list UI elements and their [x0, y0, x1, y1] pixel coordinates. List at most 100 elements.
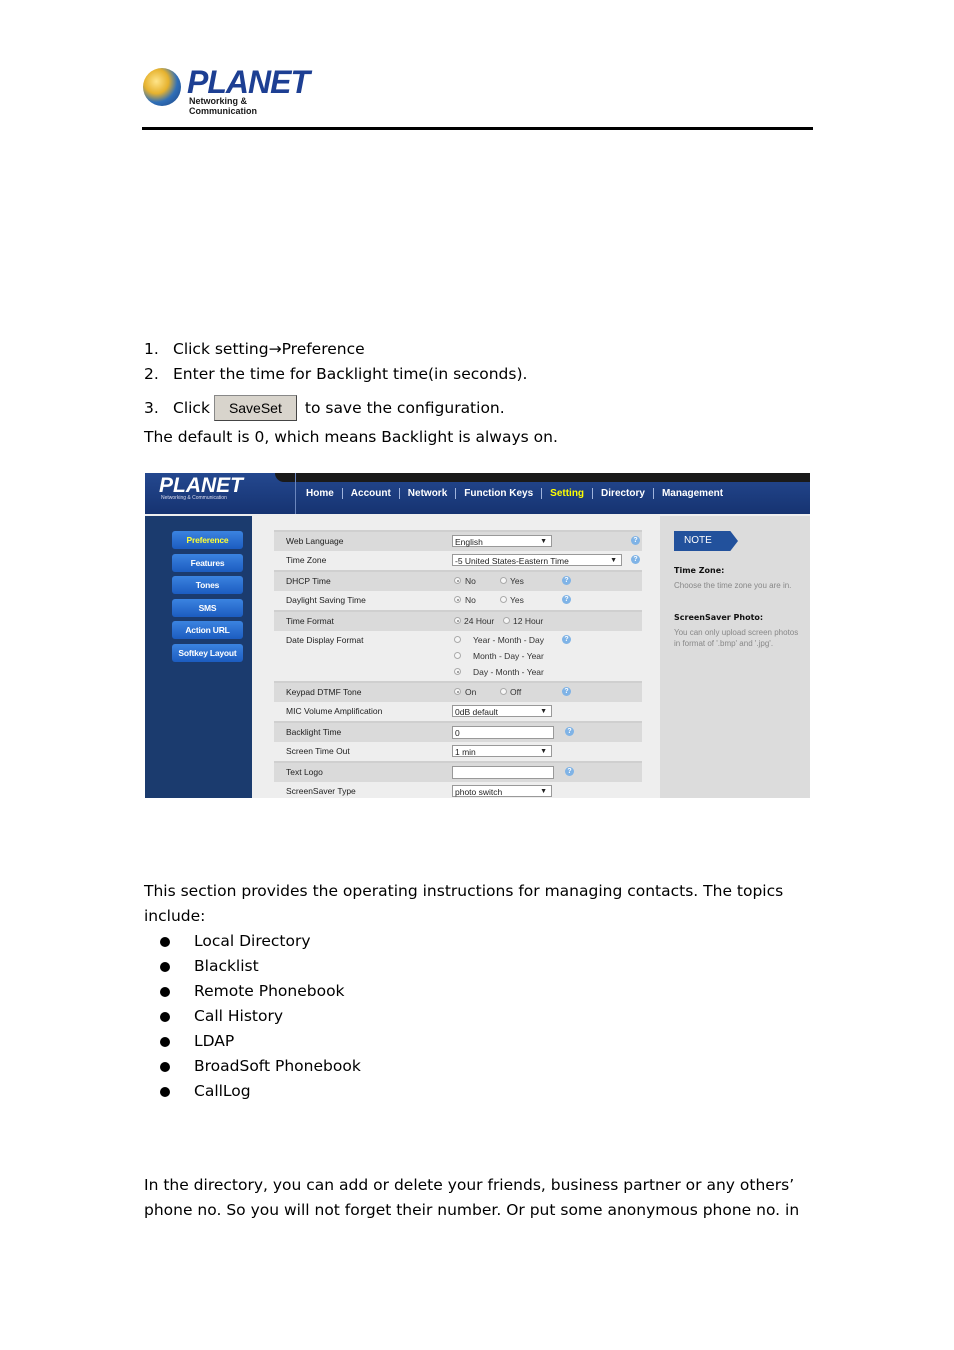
field-label: Web Language [286, 536, 344, 546]
field-label: MIC Volume Amplification [286, 706, 383, 716]
date-format-ymd-radio[interactable] [454, 636, 461, 643]
sidebar-item-preference[interactable]: Preference [172, 531, 243, 549]
sidebar-item-tones[interactable]: Tones [172, 576, 243, 594]
help-icon[interactable]: ? [631, 536, 640, 545]
field-label: Daylight Saving Time [286, 595, 366, 605]
dropdown-arrow-icon: ▼ [540, 708, 547, 715]
row-text-logo: Text Logo ? [274, 761, 642, 782]
sidebar-item-features[interactable]: Features [172, 554, 243, 572]
nav-home[interactable]: Home [306, 488, 334, 499]
step-number: 3. [144, 398, 159, 417]
daylight-yes-radio[interactable] [500, 596, 507, 603]
radio-label: Off [510, 687, 522, 697]
time-format-24-radio[interactable] [454, 617, 461, 624]
dropdown-arrow-icon: ▼ [540, 538, 547, 545]
select-value: 0dB default [455, 707, 499, 717]
top-strip [275, 473, 810, 482]
radio-label: Day - Month - Year [473, 667, 544, 677]
nav-separator [652, 488, 654, 499]
bullet-icon [160, 961, 170, 972]
bullet-icon [160, 986, 170, 997]
dhcp-time-no-radio[interactable] [454, 577, 461, 584]
date-format-mdy-radio[interactable] [454, 652, 461, 659]
bullet-icon [160, 1061, 170, 1072]
row-web-language: Web Language English ▼ ? [274, 530, 642, 551]
step-text: Click [173, 398, 210, 417]
step-2: 2. Enter the time for Backlight time(in … [144, 362, 558, 387]
backlight-time-input[interactable]: 0 [452, 726, 554, 739]
note-heading-screensaver: ScreenSaver Photo: [674, 613, 764, 622]
help-icon[interactable]: ? [565, 727, 574, 736]
sidebar-item-sms[interactable]: SMS [172, 599, 243, 617]
top-nav-bar: PLANET Networking & Communication Home A… [145, 473, 810, 514]
nav-account[interactable]: Account [351, 488, 391, 499]
radio-label: No [465, 576, 476, 586]
field-label: Time Format [286, 616, 334, 626]
row-time-format: Time Format 24 Hour 12 Hour [274, 610, 642, 631]
note-heading-time-zone: Time Zone: [674, 566, 725, 575]
row-screen-timeout: Screen Time Out 1 min ▼ [274, 742, 642, 761]
list-item: Local Directory [160, 929, 361, 954]
screensaver-type-select[interactable]: photo switch ▼ [452, 785, 552, 797]
topic-label: LDAP [194, 1032, 235, 1050]
dtmf-on-radio[interactable] [454, 688, 461, 695]
field-label: DHCP Time [286, 576, 331, 586]
topic-label: BroadSoft Phonebook [194, 1057, 361, 1075]
globe-icon [143, 68, 181, 106]
dropdown-arrow-icon: ▼ [540, 748, 547, 755]
list-item: LDAP [160, 1029, 361, 1054]
row-date-format: Date Display Format Year - Month - Day ?… [274, 631, 642, 683]
help-icon[interactable]: ? [562, 576, 571, 585]
step-text: Enter the time for Backlight time(in sec… [173, 365, 528, 383]
step-number: 2. [144, 365, 159, 383]
row-backlight-time: Backlight Time 0 ? [274, 721, 642, 742]
nav-divider [295, 473, 296, 514]
help-icon[interactable]: ? [565, 767, 574, 776]
select-value: 1 min [455, 747, 476, 757]
preference-form: Web Language English ▼ ? Time Zone -5 Un… [255, 516, 658, 798]
time-zone-select[interactable]: -5 United States-Eastern Time ▼ [452, 554, 622, 566]
select-value: English [455, 537, 483, 547]
nav-setting[interactable]: Setting [550, 488, 584, 499]
note-tag: NOTE [674, 531, 738, 551]
nav-directory[interactable]: Directory [601, 488, 645, 499]
sidebar-item-softkey-layout[interactable]: Softkey Layout [172, 644, 243, 662]
radio-label: Month - Day - Year [473, 651, 544, 661]
header-divider [142, 127, 813, 130]
row-time-zone: Time Zone -5 United States-Eastern Time … [274, 551, 642, 570]
date-format-dmy-radio[interactable] [454, 668, 461, 675]
screen-timeout-select[interactable]: 1 min ▼ [452, 745, 552, 757]
note-text-screensaver: You can only upload screen photos in for… [674, 628, 799, 648]
row-daylight-saving: Daylight Saving Time No Yes ? [274, 591, 642, 610]
topic-label: CallLog [194, 1082, 251, 1100]
nav-separator [592, 488, 594, 499]
topic-label: Call History [194, 1007, 284, 1025]
web-language-select[interactable]: English ▼ [452, 535, 552, 547]
step-number: 1. [144, 340, 159, 358]
settings-sidebar: Preference Features Tones SMS Action URL… [145, 516, 252, 798]
nav-network[interactable]: Network [408, 488, 447, 499]
step-text: Click setting→Preference [173, 340, 365, 358]
help-icon[interactable]: ? [562, 687, 571, 696]
help-icon[interactable]: ? [631, 555, 640, 564]
nav-function-keys[interactable]: Function Keys [464, 488, 533, 499]
sidebar-item-action-url[interactable]: Action URL [172, 621, 243, 639]
help-icon[interactable]: ? [562, 635, 571, 644]
text-logo-input[interactable] [452, 766, 554, 779]
topic-label: Blacklist [194, 957, 259, 975]
help-icon[interactable]: ? [562, 595, 571, 604]
steps-list: 1. Click setting→Preference 2. Enter the… [144, 337, 558, 450]
nav-management[interactable]: Management [662, 488, 723, 499]
radio-label: Yes [510, 576, 524, 586]
nav-separator [341, 488, 343, 499]
bullet-icon [160, 1011, 170, 1022]
dtmf-off-radio[interactable] [500, 688, 507, 695]
time-format-12-radio[interactable] [503, 617, 510, 624]
row-mic-volume: MIC Volume Amplification 0dB default ▼ [274, 702, 642, 721]
mic-volume-select[interactable]: 0dB default ▼ [452, 705, 552, 717]
daylight-no-radio[interactable] [454, 596, 461, 603]
dhcp-time-yes-radio[interactable] [500, 577, 507, 584]
radio-label: Year - Month - Day [473, 635, 545, 645]
main-nav: Home Account Network Function Keys Setti… [306, 488, 723, 499]
bullet-icon [160, 936, 170, 947]
